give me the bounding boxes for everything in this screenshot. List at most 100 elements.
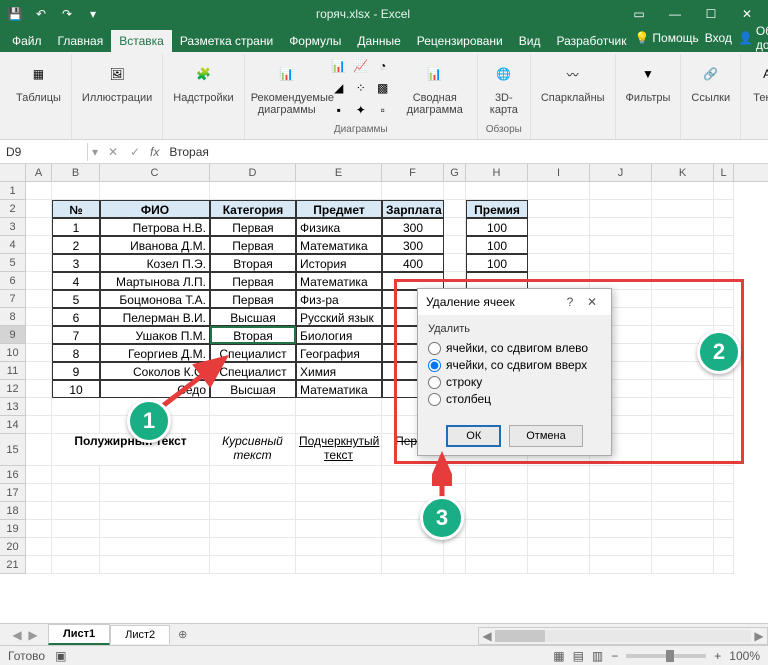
scroll-left-icon[interactable]: ◀ [479,629,495,643]
cell[interactable] [528,254,590,272]
cell[interactable] [26,290,52,308]
row-header[interactable]: 14 [0,416,26,434]
cell[interactable] [210,556,296,574]
cell[interactable] [210,466,296,484]
name-box[interactable]: D9 [0,143,88,161]
cell[interactable] [210,182,296,200]
cell[interactable]: Полужирный текст [52,434,210,466]
undo-icon[interactable]: ↶ [30,3,52,25]
cell[interactable] [590,218,652,236]
cell[interactable] [590,236,652,254]
illustrations-button[interactable]: 🖼Иллюстрации [78,56,156,106]
col-header-L[interactable]: L [714,164,734,181]
cell[interactable]: 100 [466,254,528,272]
cell[interactable] [52,416,100,434]
cell[interactable] [210,484,296,502]
cell[interactable]: География [296,344,382,362]
tab-developer[interactable]: Разработчик [548,30,634,52]
cell[interactable] [466,520,528,538]
cell[interactable] [296,182,382,200]
cell[interactable] [528,200,590,218]
cell[interactable] [466,484,528,502]
cell[interactable] [590,538,652,556]
cell[interactable]: Первая [210,272,296,290]
cell[interactable]: 100 [466,236,528,254]
cell[interactable]: Петрова Н.В. [100,218,210,236]
cell[interactable] [590,254,652,272]
cell[interactable]: Высшая [210,308,296,326]
cell[interactable] [26,466,52,484]
cell[interactable] [714,218,734,236]
row-header[interactable]: 7 [0,290,26,308]
cell[interactable] [26,236,52,254]
scatter-chart-icon[interactable]: ⁘ [351,78,371,98]
cell[interactable]: Категория [210,200,296,218]
select-all-corner[interactable] [0,164,26,181]
cell[interactable] [296,538,382,556]
addins-button[interactable]: 🧩Надстройки [169,56,237,106]
cell[interactable]: Премия [466,200,528,218]
cell[interactable] [296,520,382,538]
cell[interactable] [26,272,52,290]
cell[interactable]: Первая [210,290,296,308]
cell[interactable] [466,556,528,574]
cell[interactable]: Биология [296,326,382,344]
formula-input[interactable] [163,143,768,161]
share-button[interactable]: 👤 Общий доступ [738,24,768,52]
cell[interactable]: Математика [296,272,382,290]
cell[interactable] [296,556,382,574]
cell[interactable] [100,502,210,520]
cell[interactable] [100,556,210,574]
cell[interactable]: 2 [52,236,100,254]
row-header[interactable]: 8 [0,308,26,326]
cell[interactable] [590,200,652,218]
cell[interactable]: 100 [466,218,528,236]
horizontal-scrollbar[interactable]: ◀ ▶ [478,627,768,645]
radio-column[interactable]: столбец [428,392,601,406]
cell[interactable]: Зарплата [382,200,444,218]
cell[interactable]: Вторая [210,326,296,344]
cell[interactable]: Русский язык [296,308,382,326]
cell[interactable]: 8 [52,344,100,362]
tab-home[interactable]: Главная [50,30,112,52]
cell[interactable] [652,218,714,236]
cell[interactable]: История [296,254,382,272]
cell[interactable] [26,200,52,218]
view-normal-icon[interactable]: ▦ [553,649,564,663]
row-header[interactable]: 6 [0,272,26,290]
sparklines-button[interactable]: 〰Спарклайны [537,56,609,106]
scroll-thumb[interactable] [495,630,545,642]
cell[interactable] [590,520,652,538]
cell[interactable]: 5 [52,290,100,308]
row-header[interactable]: 17 [0,484,26,502]
row-header[interactable]: 15 [0,434,26,466]
scroll-right-icon[interactable]: ▶ [751,629,767,643]
cell[interactable]: Первая [210,236,296,254]
cell[interactable] [714,466,734,484]
cell[interactable] [590,556,652,574]
signin-button[interactable]: Вход [705,31,732,45]
zoom-out-icon[interactable]: − [611,649,618,663]
namebox-dropdown-icon[interactable]: ▾ [88,145,102,159]
cell[interactable] [52,484,100,502]
cell[interactable] [26,380,52,398]
cell[interactable]: Боцмонова Т.А. [100,290,210,308]
cell[interactable]: 7 [52,326,100,344]
links-button[interactable]: 🔗Ссылки [687,56,734,106]
tables-button[interactable]: ▦Таблицы [12,56,65,106]
cell[interactable]: 400 [382,254,444,272]
cell[interactable] [590,182,652,200]
dialog-close-icon[interactable]: ✕ [581,295,603,309]
stock-chart-icon[interactable]: ▪ [329,100,349,120]
cell[interactable]: Математика [296,380,382,398]
cell[interactable] [26,254,52,272]
cell[interactable] [100,538,210,556]
cell[interactable] [26,556,52,574]
tab-nav-next-icon[interactable]: ▶ [26,628,40,642]
cell[interactable] [444,254,466,272]
cell[interactable]: 6 [52,308,100,326]
cell[interactable] [444,182,466,200]
cell[interactable] [52,398,100,416]
row-header[interactable]: 9 [0,326,26,344]
cell[interactable]: Пелерман В.И. [100,308,210,326]
